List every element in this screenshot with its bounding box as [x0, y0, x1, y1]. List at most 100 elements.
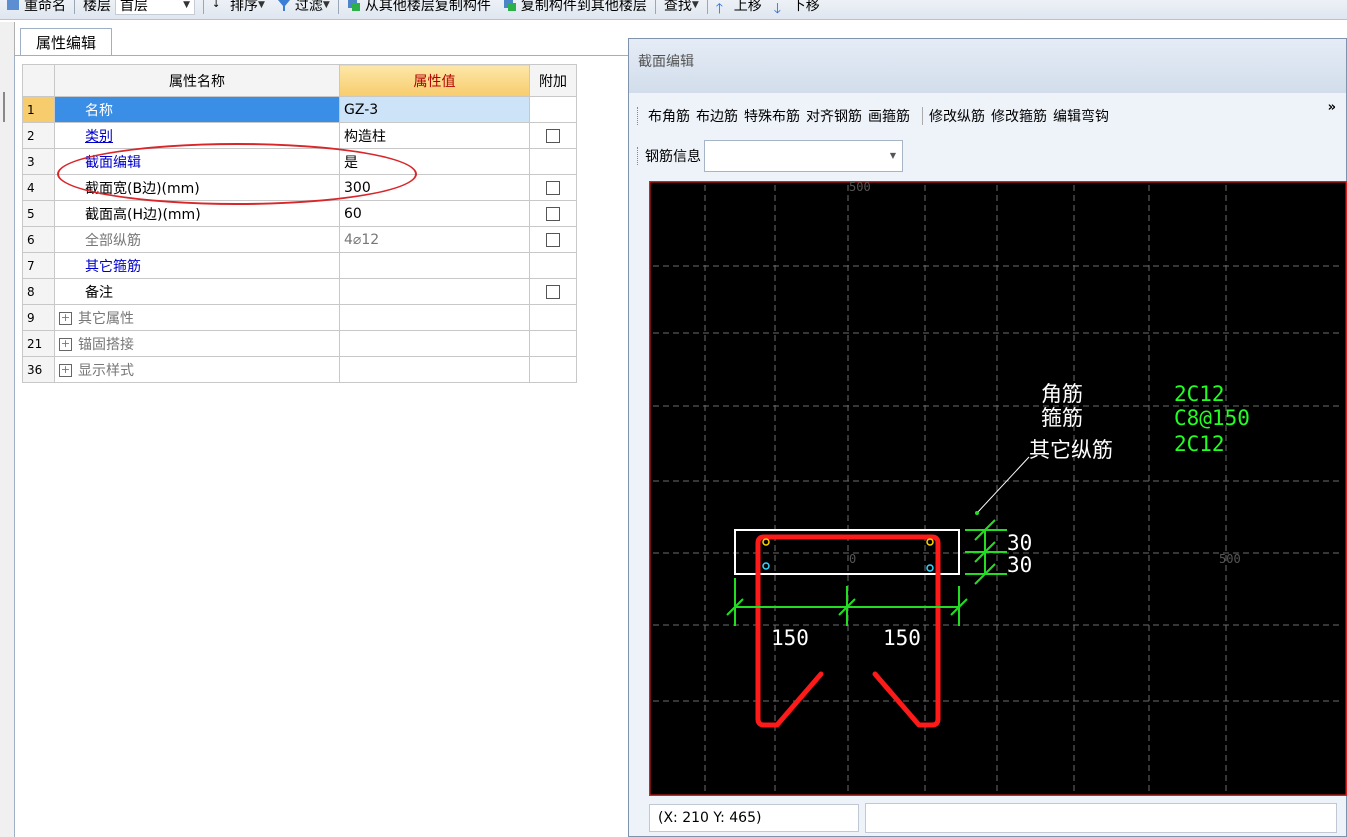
- extra-checkbox[interactable]: [546, 128, 560, 143]
- tool-align-rebar[interactable]: 对齐钢筋: [806, 106, 868, 126]
- rename-button[interactable]: 重命名: [0, 0, 72, 15]
- row-number: 2: [22, 122, 55, 149]
- expand-icon[interactable]: +: [59, 364, 72, 377]
- extra-cell: [529, 148, 577, 175]
- property-value: [339, 356, 530, 383]
- tool-special-rebar[interactable]: 特殊布筋: [744, 106, 806, 126]
- property-value[interactable]: 是: [339, 148, 530, 175]
- row-number: 1: [22, 96, 55, 123]
- group-label: 锚固搭接: [78, 336, 134, 353]
- property-name: 备注: [54, 278, 340, 305]
- property-group: + 其它属性: [54, 304, 340, 331]
- move-up-button[interactable]: 🡑 上移: [710, 0, 768, 17]
- table-row[interactable]: 6 全部纵筋 4⌀12: [22, 226, 577, 253]
- copy-to-floor-button[interactable]: 复制构件到其他楼层: [497, 0, 653, 15]
- toolbar-grip[interactable]: [637, 107, 640, 125]
- vertical-dimension: [965, 519, 1007, 585]
- toolbar-separator: [74, 0, 75, 14]
- copy-from-floor-button[interactable]: 从其他楼层复制构件: [341, 0, 497, 15]
- row-number: 9: [22, 304, 55, 331]
- table-row[interactable]: 36 + 显示样式: [22, 356, 577, 383]
- row-number: 7: [22, 252, 55, 279]
- row-number: 8: [22, 278, 55, 305]
- value-column-header[interactable]: 属性值: [339, 64, 530, 97]
- floor-value: 首层: [120, 0, 148, 14]
- tool-edge-rebar[interactable]: 布边筋: [696, 106, 744, 126]
- extra-cell: [529, 200, 577, 227]
- filter-button[interactable]: 过滤 ▼: [271, 0, 336, 15]
- property-name: 截面编辑: [54, 148, 340, 175]
- dimension-label: 150: [883, 626, 921, 650]
- tab-label: 属性编辑: [35, 34, 96, 52]
- property-value[interactable]: 300: [339, 174, 530, 201]
- section-editor-window: 截面编辑 布角筋 布边筋 特殊布筋 对齐钢筋 画箍筋 修改纵筋 修改箍筋 编辑弯…: [628, 38, 1347, 837]
- row-number: 4: [22, 174, 55, 201]
- extra-cell: [529, 356, 577, 383]
- extra-checkbox[interactable]: [546, 180, 560, 195]
- extra-cell: [529, 278, 577, 305]
- rebar-info-label: 钢筋信息: [645, 149, 701, 165]
- chevron-down-icon: ▼: [322, 0, 330, 10]
- leader-point: [975, 511, 979, 515]
- table-row[interactable]: 9 + 其它属性: [22, 304, 577, 331]
- extra-column-header[interactable]: 附加: [529, 64, 577, 97]
- chevron-down-icon: ▼: [691, 0, 699, 10]
- tool-modify-longitudinal[interactable]: 修改纵筋: [929, 106, 991, 126]
- property-value: [339, 304, 530, 331]
- property-name: 截面高(H边)(mm): [54, 200, 340, 227]
- table-row[interactable]: 21 + 锚固搭接: [22, 330, 577, 357]
- property-value[interactable]: 构造柱: [339, 122, 530, 149]
- property-value[interactable]: [339, 252, 530, 279]
- chevron-down-icon: ▼: [889, 151, 896, 160]
- floor-selector[interactable]: 楼层 首层 ▼: [77, 0, 201, 15]
- window-title-bar[interactable]: 截面编辑: [629, 39, 1346, 93]
- table-row[interactable]: 5 截面高(H边)(mm) 60: [22, 200, 577, 227]
- extra-checkbox[interactable]: [546, 284, 560, 299]
- find-button[interactable]: 查找 ▼: [658, 0, 705, 15]
- property-name: 全部纵筋: [54, 226, 340, 253]
- status-cell: [865, 803, 1337, 833]
- property-value[interactable]: GZ-3: [339, 96, 530, 123]
- tool-draw-stirrup[interactable]: 画箍筋: [868, 106, 916, 126]
- table-row[interactable]: 4 截面宽(B边)(mm) 300: [22, 174, 577, 201]
- expand-icon[interactable]: +: [59, 312, 72, 325]
- table-row[interactable]: 1 名称 GZ-3: [22, 96, 577, 123]
- table-row[interactable]: 7 其它箍筋: [22, 252, 577, 279]
- property-value[interactable]: 60: [339, 200, 530, 227]
- toolbar-separator: [706, 0, 708, 14]
- more-tools-icon[interactable]: »: [1328, 100, 1336, 115]
- coordinate-readout: (X: 210 Y: 465): [649, 804, 859, 832]
- tool-corner-rebar[interactable]: 布角筋: [648, 106, 696, 126]
- dimension-label: 30: [1007, 553, 1032, 577]
- row-number: 21: [22, 330, 55, 357]
- drawing-canvas[interactable]: 500 500 0 150 150 30 30 角筋 2C12 箍筋 C8@15…: [647, 179, 1347, 798]
- left-splitter[interactable]: [0, 22, 15, 837]
- section-toolbar: 布角筋 布边筋 特殊布筋 对齐钢筋 画箍筋 修改纵筋 修改箍筋 编辑弯钩 »: [637, 100, 1342, 132]
- expand-icon[interactable]: +: [59, 338, 72, 351]
- floor-dropdown[interactable]: 首层 ▼: [115, 0, 195, 15]
- extra-checkbox[interactable]: [546, 206, 560, 221]
- property-value[interactable]: 4⌀12: [339, 226, 530, 253]
- table-row[interactable]: 8 备注: [22, 278, 577, 305]
- canvas-border: [647, 179, 1347, 798]
- property-group: + 锚固搭接: [54, 330, 340, 357]
- rename-icon: [6, 0, 20, 12]
- corner-header: [22, 64, 55, 97]
- name-column-header[interactable]: 属性名称: [54, 64, 340, 97]
- extra-cell: [529, 226, 577, 253]
- property-name: 名称: [54, 96, 340, 123]
- move-down-button[interactable]: 🡓 下移: [768, 0, 826, 17]
- sort-button[interactable]: ↓ 排序 ▼: [206, 0, 271, 15]
- splitter-handle: [3, 92, 5, 122]
- tool-modify-stirrup[interactable]: 修改箍筋: [991, 106, 1053, 126]
- extra-checkbox[interactable]: [546, 232, 560, 247]
- property-value[interactable]: [339, 278, 530, 305]
- table-row[interactable]: 2 类别 构造柱: [22, 122, 577, 149]
- table-row[interactable]: 3 截面编辑 是: [22, 148, 577, 175]
- tool-edit-hook[interactable]: 编辑弯钩: [1053, 106, 1115, 126]
- sort-icon: ↓: [212, 0, 221, 10]
- tab-property-edit[interactable]: 属性编辑: [20, 28, 112, 56]
- toolbar-grip[interactable]: [637, 147, 640, 165]
- extra-cell: [529, 252, 577, 279]
- rebar-info-dropdown[interactable]: ▼: [704, 140, 903, 172]
